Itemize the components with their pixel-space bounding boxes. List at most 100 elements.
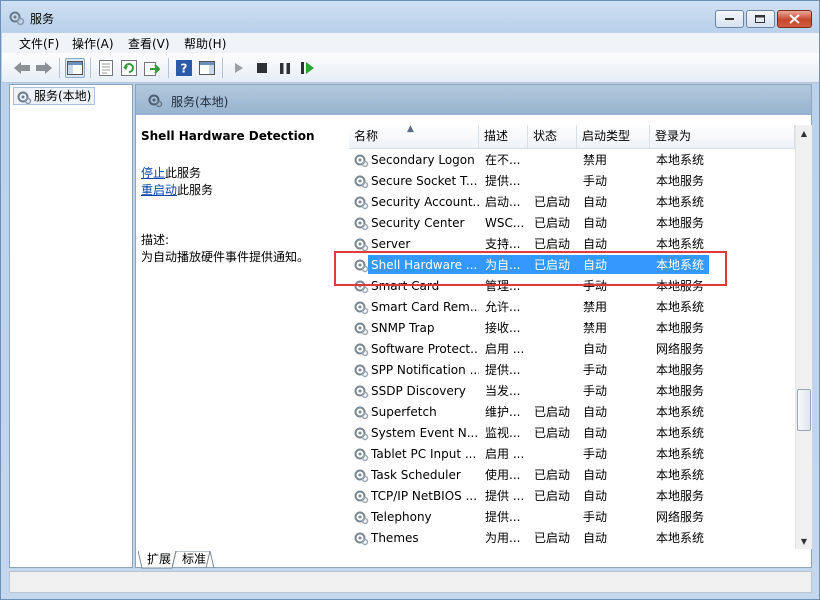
cell-status: 已启动: [534, 489, 571, 503]
tab-standard[interactable]: 标准: [178, 551, 210, 569]
cell-name: Security Center: [371, 216, 465, 230]
cell-status: [534, 341, 579, 357]
cell-name: Secure Socket T...: [371, 174, 478, 188]
toolbar: ?: [2, 53, 819, 83]
menu-view[interactable]: 查看(V): [128, 35, 170, 52]
cell-logon-as: 本地系统: [656, 426, 705, 440]
table-row[interactable]: Secondary Logon 在不... 禁用 本地系统: [349, 149, 709, 170]
cell-name: SSDP Discovery: [371, 384, 466, 398]
scroll-thumb[interactable]: [797, 389, 811, 431]
close-button[interactable]: [777, 10, 812, 28]
cell-name: SNMP Trap: [371, 321, 435, 335]
column-header-description[interactable]: 描述: [479, 125, 528, 149]
table-row[interactable]: Superfetch 维护... 已启动 自动 本地系统: [349, 401, 709, 422]
table-row[interactable]: SNMP Trap 接收... 禁用 本地服务: [349, 317, 709, 338]
cell-logon-as: 网络服务: [656, 342, 705, 356]
cell-startup-type: 禁用: [583, 321, 608, 335]
pause-icon: [280, 62, 290, 74]
service-gear-icon: [353, 299, 369, 318]
cell-name: TCP/IP NetBIOS ...: [371, 489, 478, 503]
service-gear-icon: [353, 362, 369, 381]
maximize-button[interactable]: [746, 10, 775, 28]
menu-action[interactable]: 操作(A): [72, 35, 114, 52]
cell-status: [534, 173, 579, 189]
service-detail-panel: Shell Hardware Detection 停止此服务 重启动此服务 描述…: [141, 129, 341, 266]
column-header-logon-as[interactable]: 登录为: [650, 125, 795, 149]
refresh-icon: [121, 60, 137, 76]
cell-status: [534, 509, 579, 525]
table-row[interactable]: Themes 为用... 已启动 自动 本地系统: [349, 527, 709, 548]
cell-logon-as: 本地服务: [656, 489, 705, 503]
table-row[interactable]: Security Account... 启动... 已启动 自动 本地系统: [349, 191, 709, 212]
column-header-startup-type[interactable]: 启动类型: [577, 125, 650, 149]
forward-button[interactable]: [34, 58, 54, 78]
help-icon: ?: [176, 60, 192, 76]
table-row[interactable]: Telephony 提供... 手动 网络服务: [349, 506, 709, 527]
tree-node-services-local[interactable]: 服务(本地): [13, 87, 96, 105]
export-list-button[interactable]: [142, 58, 162, 78]
cell-startup-type: 手动: [583, 510, 608, 524]
cell-description: 允许...: [485, 300, 521, 314]
cell-logon-as: 本地服务: [656, 384, 705, 398]
cell-startup-type: 自动: [583, 237, 608, 251]
cell-description: WSC...: [485, 216, 525, 230]
menu-help[interactable]: 帮助(H): [184, 35, 226, 52]
table-row[interactable]: Task Scheduler 使用... 已启动 自动 本地系统: [349, 464, 709, 485]
scroll-down-icon[interactable]: ▼: [796, 533, 812, 549]
pause-service-button[interactable]: [275, 58, 295, 78]
sort-ascending-icon: ▲: [407, 125, 414, 134]
stop-service-button[interactable]: [252, 58, 272, 78]
cell-logon-as: 本地服务: [656, 321, 705, 335]
cell-startup-type: 手动: [583, 363, 608, 377]
cell-name: Task Scheduler: [371, 468, 461, 482]
help-button[interactable]: ?: [174, 58, 194, 78]
cell-startup-type: 自动: [583, 216, 608, 230]
cell-logon-as: 本地系统: [656, 531, 705, 545]
pane-header-title: 服务(本地): [171, 95, 229, 109]
console-tree: 服务(本地): [9, 84, 133, 568]
back-button[interactable]: [12, 58, 32, 78]
table-row[interactable]: Tablet PC Input ... 启用 ... 手动 本地系统: [349, 443, 709, 464]
show-console-tree-button[interactable]: [65, 58, 85, 78]
cell-logon-as: 本地服务: [656, 216, 705, 230]
refresh-button[interactable]: [119, 58, 139, 78]
table-row[interactable]: Smart Card Rem... 允许... 禁用 本地系统: [349, 296, 709, 317]
cell-logon-as: 本地系统: [656, 195, 705, 209]
menu-file[interactable]: 文件(F): [19, 35, 59, 52]
start-service-button[interactable]: [229, 58, 249, 78]
restart-service-link[interactable]: 重启动: [141, 183, 177, 197]
vertical-scrollbar[interactable]: ▲ ▼: [795, 125, 812, 549]
table-row[interactable]: Software Protect... 启用 ... 自动 网络服务: [349, 338, 709, 359]
table-row[interactable]: System Event N... 监视... 已启动 自动 本地系统: [349, 422, 709, 443]
tab-extended[interactable]: 扩展: [143, 551, 175, 569]
cell-status: [534, 320, 579, 336]
cell-startup-type: 禁用: [583, 300, 608, 314]
cell-name: Security Account...: [371, 195, 479, 209]
properties-button[interactable]: [96, 58, 116, 78]
restart-service-button[interactable]: [298, 58, 318, 78]
table-row[interactable]: TCP/IP NetBIOS ... 提供 ... 已启动 自动 本地服务: [349, 485, 709, 506]
window-title: 服务: [30, 12, 55, 26]
cell-logon-as: 本地服务: [656, 363, 705, 377]
service-gear-icon: [353, 194, 369, 213]
cell-startup-type: 手动: [583, 384, 608, 398]
show-hide-action-pane-button[interactable]: [197, 58, 217, 78]
cell-name: Server: [371, 237, 411, 251]
service-gear-icon: [353, 341, 369, 360]
scroll-up-icon[interactable]: ▲: [796, 125, 812, 141]
column-header-status[interactable]: 状态: [528, 125, 577, 149]
cell-startup-type: 自动: [583, 405, 608, 419]
column-header-name[interactable]: ▲ 名称: [349, 125, 479, 149]
cell-description: 启动...: [485, 195, 521, 209]
cell-description: 当发...: [485, 384, 521, 398]
table-row[interactable]: SPP Notification ... 提供... 手动 本地服务: [349, 359, 709, 380]
stop-service-link[interactable]: 停止: [141, 166, 165, 180]
cell-description: 支持...: [485, 237, 521, 251]
table-row[interactable]: SSDP Discovery 当发... 手动 本地服务: [349, 380, 709, 401]
minimize-icon: [724, 18, 734, 20]
minimize-button[interactable]: [715, 10, 744, 28]
table-row[interactable]: Security Center WSC... 已启动 自动 本地服务: [349, 212, 709, 233]
cell-description: 在不...: [485, 153, 521, 167]
table-row[interactable]: Secure Socket T... 提供... 手动 本地服务: [349, 170, 709, 191]
cell-description: 提供...: [485, 510, 521, 524]
